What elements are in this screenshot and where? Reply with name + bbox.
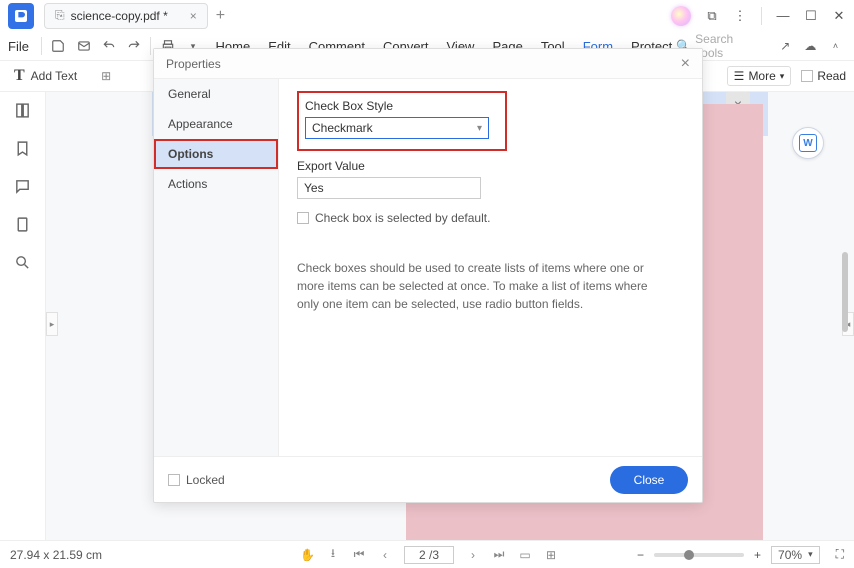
default-checkbox-row[interactable]: Check box is selected by default. — [297, 211, 684, 225]
zoom-level-text: 70% — [778, 548, 802, 562]
next-page-button[interactable]: › — [466, 548, 480, 562]
window-close-button[interactable]: ✕ — [832, 8, 846, 24]
tab-title: science-copy.pdf * — [71, 9, 168, 23]
title-bar: ⎘ science-copy.pdf * × + ⧉ ⋮ — ☐ ✕ — [0, 0, 854, 32]
mail-icon[interactable] — [73, 35, 94, 57]
undo-icon[interactable] — [98, 35, 119, 57]
default-checkbox[interactable] — [297, 212, 309, 224]
add-text-label: Add Text — [31, 69, 77, 83]
attachment-icon[interactable] — [14, 216, 32, 234]
status-bar: 27.94 x 21.59 cm ✋ ⭳ ⏮ ‹ 2 /3 › ⏭ ▭ ⊞ − … — [0, 540, 854, 568]
panel-title: Properties — [166, 57, 221, 71]
file-menu[interactable]: File — [8, 35, 29, 57]
external-link-icon[interactable]: ↗ — [775, 35, 796, 57]
panel-sidebar: General Appearance Options Actions — [154, 79, 279, 456]
page-indicator-input[interactable]: 2 /3 — [404, 546, 454, 564]
export-value-input[interactable]: Yes — [297, 177, 481, 199]
ai-assistant-icon[interactable] — [671, 6, 691, 26]
comment-icon[interactable] — [14, 178, 32, 196]
chevron-down-icon: ▾ — [780, 71, 785, 82]
panel-close-icon[interactable]: × — [681, 55, 690, 73]
close-button-label: Close — [634, 473, 665, 487]
properties-panel: Properties × General Appearance Options … — [153, 48, 703, 503]
save-icon[interactable] — [48, 35, 69, 57]
chevron-up-icon[interactable]: ˄ — [825, 35, 846, 57]
tab-options[interactable]: Options — [154, 139, 278, 169]
tab-actions[interactable]: Actions — [154, 169, 278, 199]
new-tab-button[interactable]: + — [216, 8, 225, 24]
document-tab[interactable]: ⎘ science-copy.pdf * × — [44, 3, 208, 29]
panel-content: Check Box Style Checkmark ▾ Export Value… — [279, 79, 702, 456]
add-text-button[interactable]: T Add Text — [8, 65, 83, 87]
vertical-scrollbar[interactable] — [842, 252, 848, 332]
locked-label: Locked — [186, 473, 225, 487]
close-button[interactable]: Close — [610, 466, 688, 494]
word-export-badge[interactable]: W — [792, 127, 824, 159]
locked-toggle[interactable]: Locked — [168, 473, 225, 487]
page-navigator: ✋ ⭳ ⏮ ‹ 2 /3 › ⏭ ▭ ⊞ — [300, 544, 558, 565]
chevron-down-icon: ▾ — [477, 123, 482, 134]
chevron-down-icon: ▾ — [808, 549, 813, 560]
first-page-button[interactable]: ⏮ — [352, 547, 366, 562]
checkbox-style-value: Checkmark — [312, 121, 373, 135]
cloud-icon[interactable]: ☁ — [800, 35, 821, 57]
thumbnails-icon[interactable] — [14, 102, 32, 120]
select-tool-icon[interactable]: ⭳ — [326, 544, 340, 565]
pdf-file-icon: ⎘ — [55, 8, 65, 23]
zoom-slider-thumb[interactable] — [684, 550, 694, 560]
zoom-slider[interactable] — [654, 553, 744, 557]
zoom-out-button[interactable]: − — [637, 548, 644, 562]
locked-checkbox[interactable] — [168, 474, 180, 486]
left-expand-handle[interactable]: ▸ — [46, 312, 58, 336]
zoom-controls: − + 70% ▾ ⛶ — [637, 546, 844, 564]
zoom-level-select[interactable]: 70% ▾ — [771, 546, 820, 564]
fullscreen-icon[interactable]: ⛶ — [836, 547, 844, 562]
zoom-in-button[interactable]: + — [754, 548, 761, 562]
search-rail-icon[interactable] — [14, 254, 32, 272]
maximize-button[interactable]: ☐ — [804, 8, 818, 24]
checkbox-style-group: Check Box Style Checkmark ▾ — [297, 91, 507, 151]
panel-footer: Locked Close — [154, 456, 702, 502]
hamburger-icon: ☰ — [734, 69, 745, 83]
page-dimensions: 27.94 x 21.59 cm — [10, 548, 102, 562]
close-tab-icon[interactable]: × — [190, 9, 197, 23]
read-toggle[interactable]: Read — [801, 69, 846, 83]
edit-object-icon[interactable]: ⊞ — [101, 69, 111, 83]
redo-icon[interactable] — [123, 35, 144, 57]
kebab-menu-icon[interactable]: ⋮ — [733, 8, 747, 24]
hand-tool-icon[interactable]: ✋ — [300, 548, 314, 562]
bookmark-icon[interactable] — [14, 140, 32, 158]
page-indicator-text: 2 /3 — [419, 548, 439, 562]
panel-header: Properties × — [154, 49, 702, 79]
default-checkbox-label: Check box is selected by default. — [315, 211, 490, 225]
last-page-button[interactable]: ⏭ — [492, 547, 506, 562]
checkbox-style-select[interactable]: Checkmark ▾ — [305, 117, 489, 139]
checkbox-style-label: Check Box Style — [305, 99, 499, 113]
prev-page-button[interactable]: ‹ — [378, 548, 392, 562]
help-text: Check boxes should be used to create lis… — [297, 259, 657, 313]
read-label: Read — [817, 69, 846, 83]
more-label: More — [748, 69, 775, 83]
left-rail — [0, 92, 46, 540]
more-dropdown[interactable]: ☰ More ▾ — [727, 66, 792, 86]
read-checkbox[interactable] — [801, 70, 813, 82]
export-value-label: Export Value — [297, 159, 684, 173]
fit-page-icon[interactable]: ▭ — [518, 548, 532, 562]
share-icon[interactable]: ⧉ — [705, 8, 719, 24]
minimize-button[interactable]: — — [776, 8, 790, 23]
tab-general[interactable]: General — [154, 79, 278, 109]
fit-width-icon[interactable]: ⊞ — [544, 548, 558, 562]
tab-appearance[interactable]: Appearance — [154, 109, 278, 139]
export-value-text: Yes — [304, 181, 324, 195]
app-logo — [8, 3, 34, 29]
search-placeholder: Search Tools — [695, 32, 761, 60]
text-icon: T — [14, 67, 25, 85]
